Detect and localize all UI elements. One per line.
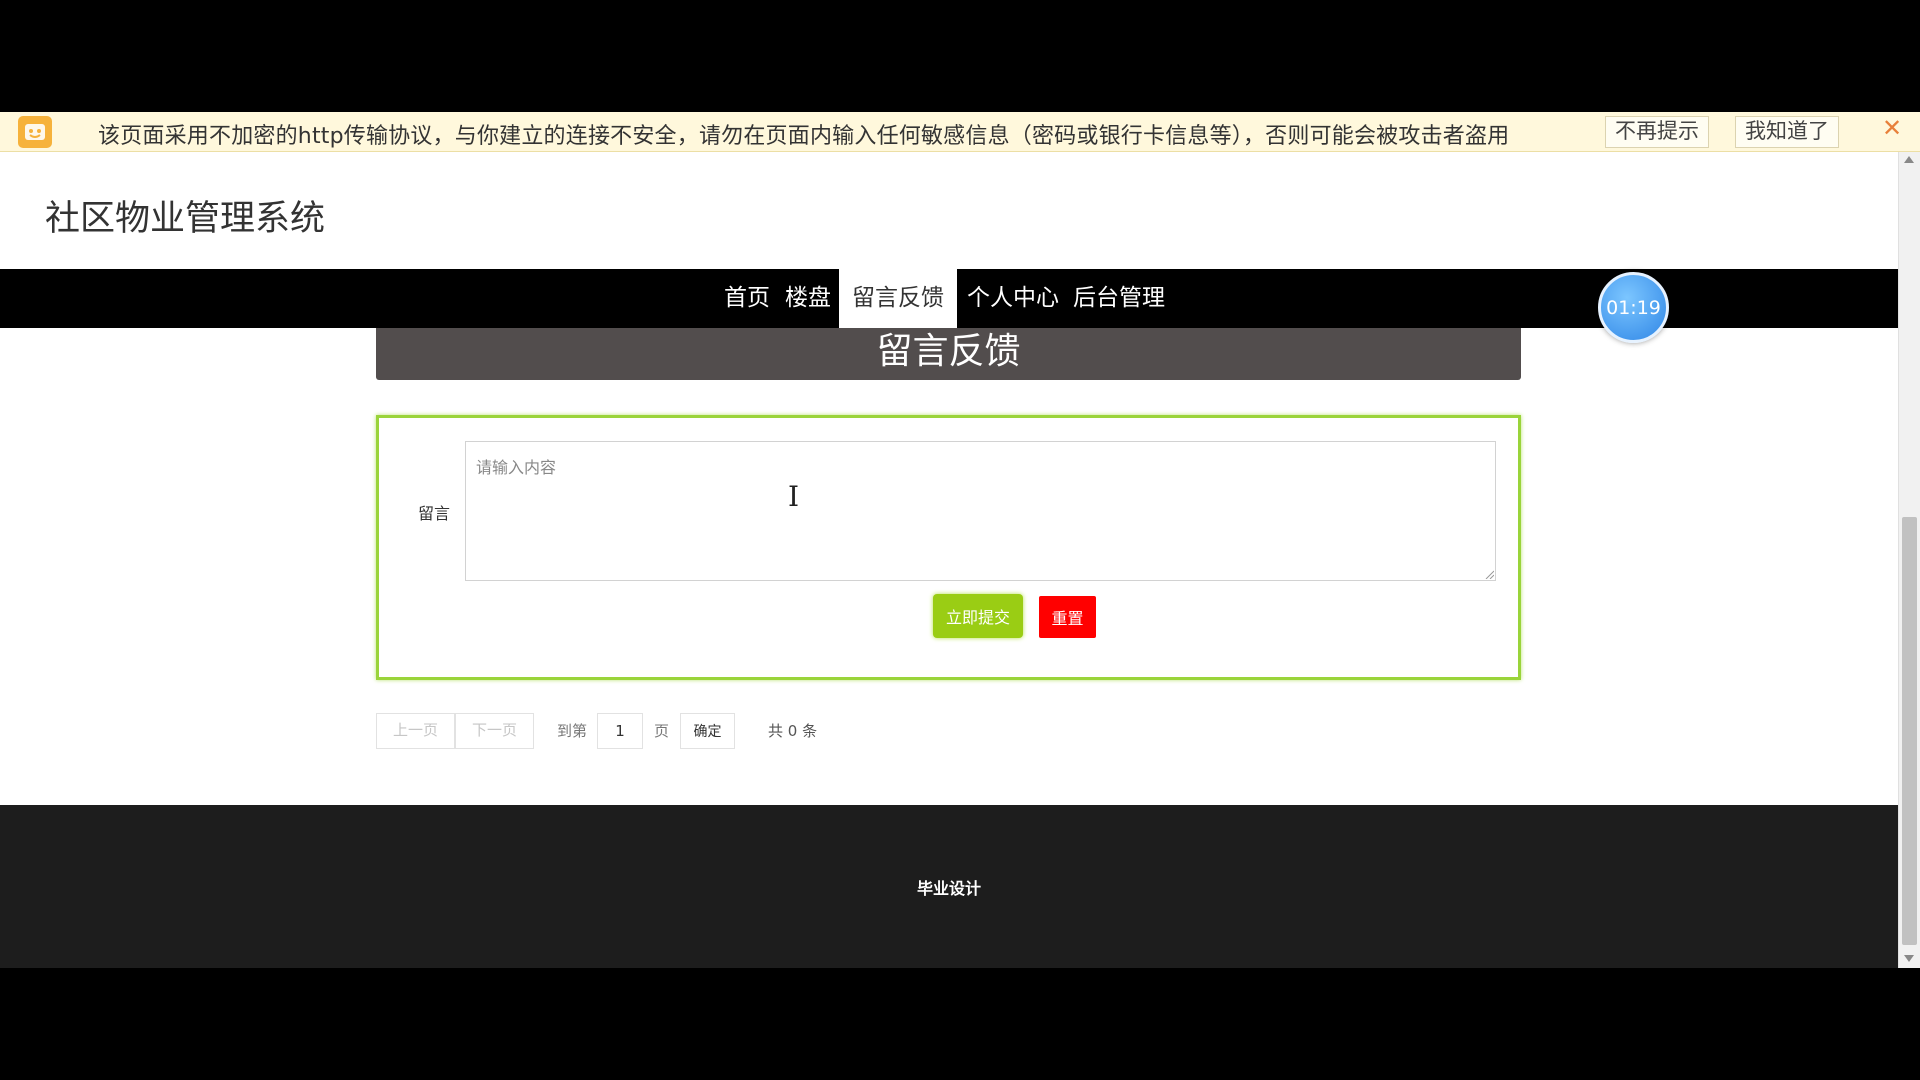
security-warning-bar: 该页面采用不加密的http传输协议，与你建立的连接不安全，请勿在页面内输入任何敏… bbox=[0, 112, 1920, 152]
prev-page-button[interactable]: 上一页 bbox=[376, 713, 455, 749]
reset-button[interactable]: 重置 bbox=[1039, 596, 1096, 638]
warning-message: 该页面采用不加密的http传输协议，与你建立的连接不安全，请勿在页面内输入任何敏… bbox=[98, 124, 1510, 149]
goto-label: 到第 bbox=[557, 722, 588, 740]
nav-item-admin[interactable]: 后台管理 bbox=[1070, 269, 1168, 328]
nav-item-buildings[interactable]: 楼盘 bbox=[782, 269, 834, 328]
nav-item-profile[interactable]: 个人中心 bbox=[964, 269, 1062, 328]
scroll-thumb[interactable] bbox=[1902, 517, 1917, 945]
close-icon[interactable]: ✕ bbox=[1882, 114, 1902, 142]
message-label: 留言 bbox=[418, 504, 451, 523]
footer: 毕业设计 bbox=[0, 805, 1898, 968]
submit-button[interactable]: 立即提交 bbox=[933, 594, 1023, 638]
got-it-button[interactable]: 我知道了 bbox=[1735, 116, 1839, 148]
site-title: 社区物业管理系统 bbox=[45, 199, 326, 239]
scroll-down-arrow-icon[interactable] bbox=[1904, 955, 1914, 962]
timer-badge: 01:19 bbox=[1598, 272, 1669, 343]
feedback-form: 留言 立即提交 重置 bbox=[376, 415, 1521, 680]
next-page-button[interactable]: 下一页 bbox=[455, 713, 534, 749]
browser-shield-icon bbox=[18, 116, 52, 148]
confirm-page-button[interactable]: 确定 bbox=[680, 713, 735, 749]
browser-viewport: 该页面采用不加密的http传输协议，与你建立的连接不安全，请勿在页面内输入任何敏… bbox=[0, 112, 1920, 968]
scrollbar[interactable] bbox=[1898, 152, 1920, 968]
dont-remind-button[interactable]: 不再提示 bbox=[1605, 116, 1709, 148]
nav-item-home[interactable]: 首页 bbox=[722, 269, 772, 328]
message-input[interactable] bbox=[465, 441, 1496, 581]
page-number-input[interactable] bbox=[597, 713, 643, 749]
nav-item-feedback[interactable]: 留言反馈 bbox=[839, 269, 957, 328]
section-heading: 留言反馈 bbox=[376, 328, 1521, 380]
scroll-up-arrow-icon[interactable] bbox=[1904, 156, 1914, 163]
text-cursor-icon: I bbox=[788, 480, 800, 513]
resize-grip-icon[interactable] bbox=[1484, 569, 1494, 579]
total-count: 共 0 条 bbox=[768, 722, 818, 740]
screen: 该页面采用不加密的http传输协议，与你建立的连接不安全，请勿在页面内输入任何敏… bbox=[0, 0, 1920, 1080]
page-unit-label: 页 bbox=[654, 722, 670, 740]
footer-text: 毕业设计 bbox=[916, 879, 981, 898]
